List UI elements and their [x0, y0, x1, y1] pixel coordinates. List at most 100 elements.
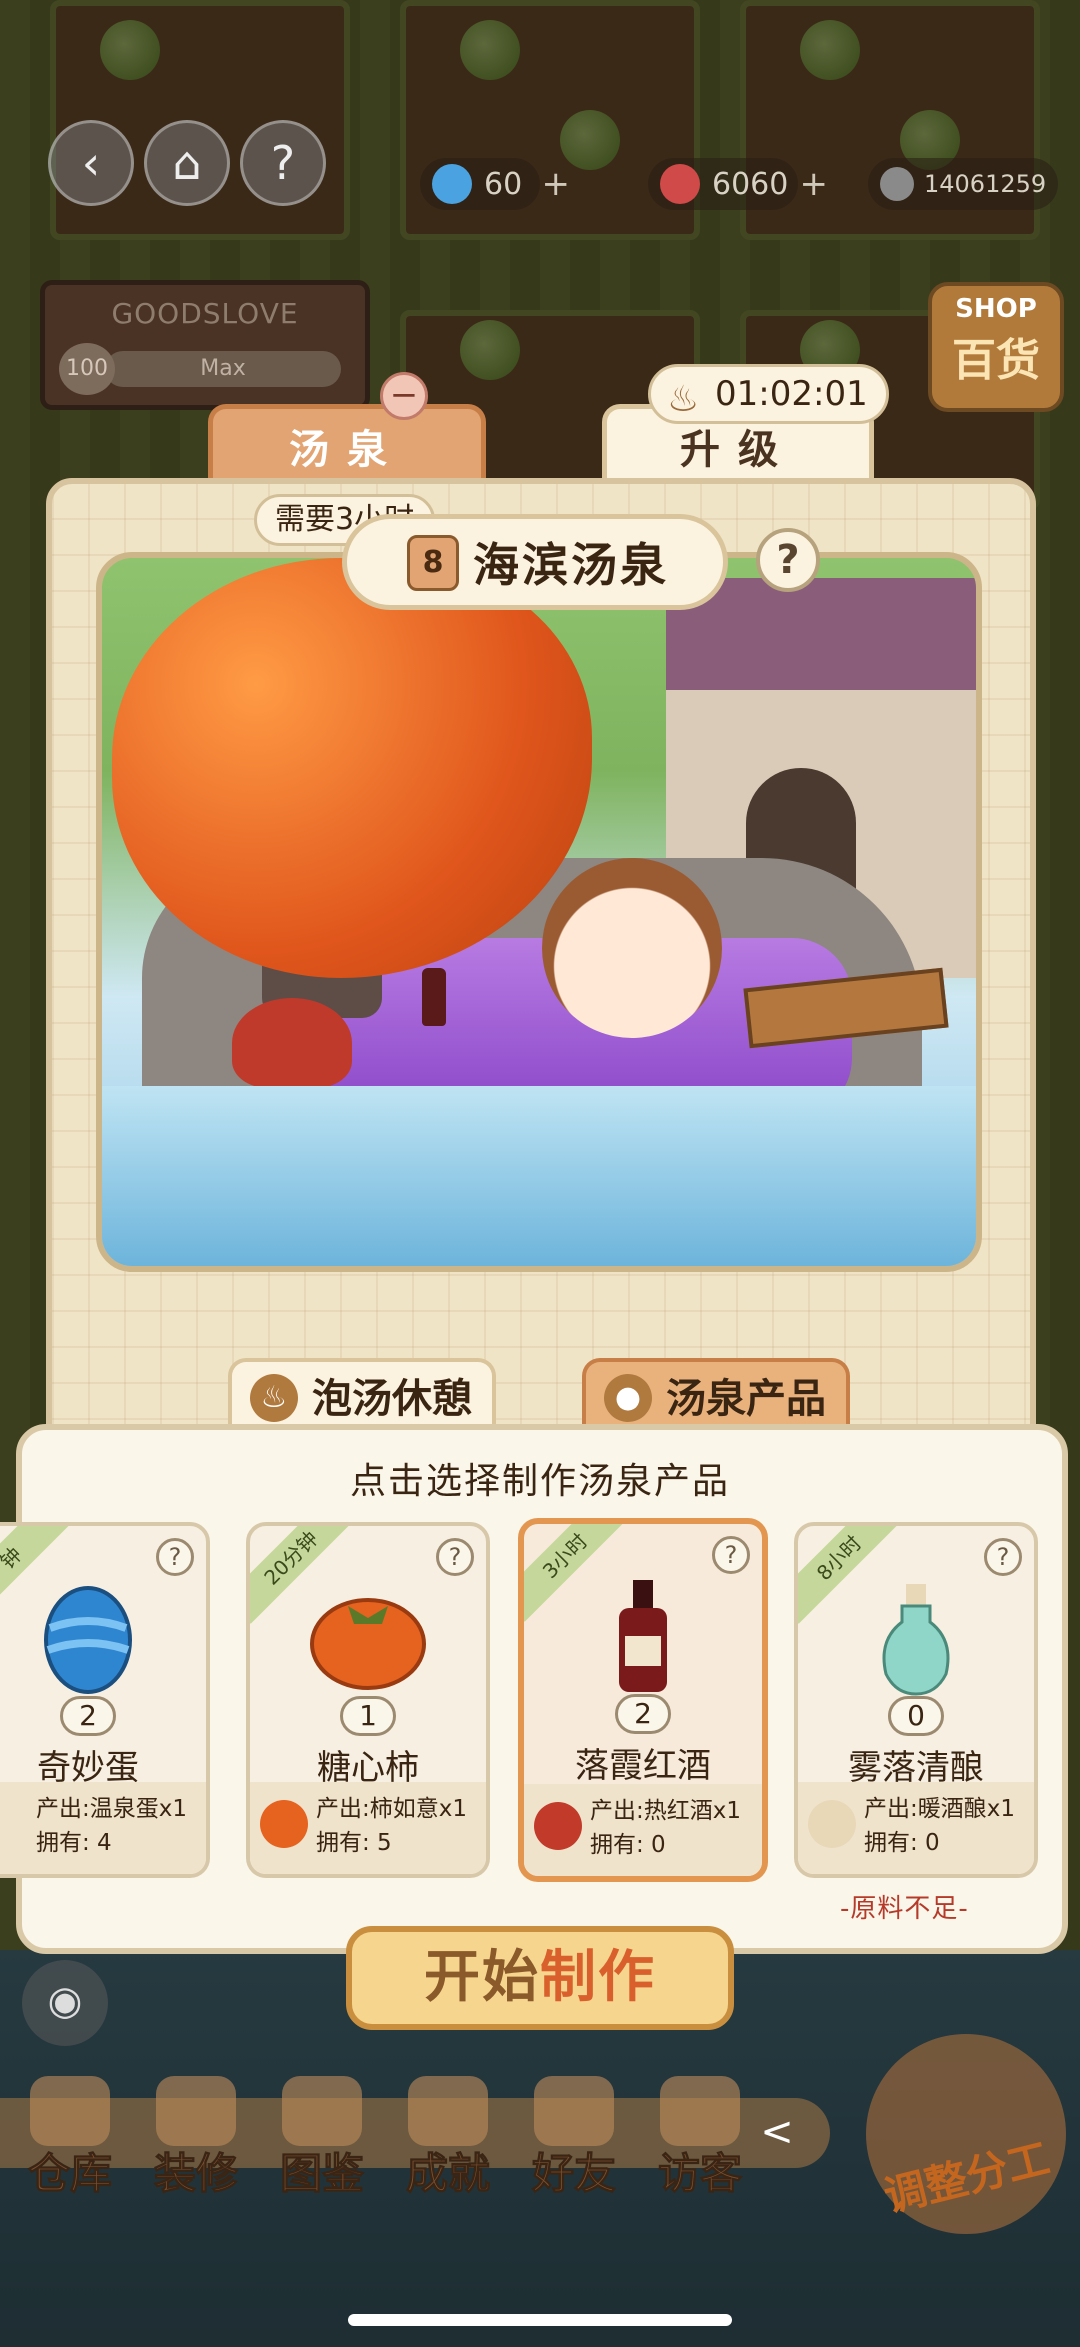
eye-toggle-button[interactable]: ◉ [22, 1960, 108, 2046]
product-card-egg[interactable]: 钟 ? 2 奇妙蛋 产出:温泉蛋x1 拥有: 4 [0, 1522, 210, 1878]
warehouse-icon [30, 2076, 110, 2146]
product-prompt: 点击选择制作汤泉产品 [349, 1461, 730, 1502]
product-owned: 拥有: 0 [864, 1830, 940, 1856]
nav-visitor[interactable]: 访客 [640, 2066, 760, 2206]
collapse-nav-button[interactable]: < [752, 2110, 802, 2160]
tab-hot-spring[interactable]: 汤泉 [208, 404, 486, 486]
home-indicator[interactable] [348, 2314, 732, 2326]
info-help-icon[interactable]: ? [712, 1536, 750, 1574]
catalog-icon [282, 2076, 362, 2146]
product-output: 产出:温泉蛋x1 [36, 1796, 187, 1822]
shop-sign[interactable]: GOODSLOVE Max 100 [40, 280, 370, 410]
shop-button[interactable]: SHOP 百货 [928, 282, 1064, 412]
nav-decorate[interactable]: 装修 [136, 2066, 256, 2206]
nav-catalog[interactable]: 图鉴 [262, 2066, 382, 2206]
decorate-icon [156, 2076, 236, 2146]
spring-title: 海滨汤泉 [473, 538, 669, 592]
product-info: 产出:暖酒酿x1 拥有: 0 [798, 1782, 1034, 1874]
visitor-icon [660, 2076, 740, 2146]
wine-bottle-icon [619, 1580, 667, 1692]
help-label: ? [270, 136, 296, 190]
level-badge: 100 [59, 343, 115, 395]
gem-icon [432, 164, 472, 204]
product-output: 产出:暖酒酿x1 [864, 1796, 1015, 1822]
shop-name: GOODSLOVE [111, 297, 299, 330]
level-bar: Max [105, 351, 341, 387]
help-button[interactable]: ? [240, 120, 326, 206]
info-help-icon[interactable]: ? [984, 1538, 1022, 1576]
steam-icon: ♨ [250, 1374, 298, 1422]
product-info: 产出:温泉蛋x1 拥有: 4 [0, 1782, 206, 1874]
start-label-part1: 开始 [424, 1945, 540, 2010]
nav-achievement[interactable]: 成就 [388, 2066, 508, 2206]
tab-spring-products[interactable]: ● 汤泉产品 [582, 1358, 850, 1432]
nav-label: 好友 [531, 2149, 616, 2199]
quantity-badge: 1 [340, 1696, 396, 1736]
home-button[interactable]: ⌂ [144, 120, 230, 206]
nav-label: 图鉴 [279, 2149, 364, 2199]
shop-label-en: SHOP [955, 294, 1037, 324]
quantity-badge: 0 [888, 1696, 944, 1736]
product-card-persimmon[interactable]: 20分钟 ? 1 糖心柿 产出:柿如意x1 拥有: 5 [246, 1522, 490, 1878]
ruby-icon [660, 164, 700, 204]
product-output: 产出:热红酒x1 [590, 1798, 741, 1824]
start-crafting-button[interactable]: 开始制作 [346, 1926, 734, 2030]
flask-icon [882, 1584, 950, 1696]
trophy-icon [408, 2076, 488, 2146]
gem-value: 60 [484, 166, 523, 202]
add-gem-button[interactable]: + [542, 164, 571, 204]
add-ruby-button[interactable]: + [800, 164, 829, 204]
product-info: 产出:柿如意x1 拥有: 5 [250, 1782, 486, 1874]
gem-counter[interactable]: 60 + [420, 158, 570, 210]
nav-friends[interactable]: 好友 [514, 2066, 634, 2206]
friends-icon [534, 2076, 614, 2146]
product-card-mist-brew[interactable]: 8小时 ? 0 雾落清酿 产出:暖酒酿x1 拥有: 0 [794, 1522, 1038, 1878]
nav-label: 成就 [405, 2149, 490, 2199]
nav-warehouse[interactable]: 仓库 [10, 2066, 130, 2206]
timer-value: 01:02:01 [715, 374, 868, 414]
product-owned: 拥有: 5 [316, 1830, 392, 1856]
eye-icon: ◉ [47, 1978, 83, 2024]
persimmon-ruyi-icon [260, 1800, 308, 1848]
spring-help-button[interactable]: ? [756, 528, 820, 592]
tab-bathing-rest[interactable]: ♨ 泡汤休憩 [228, 1358, 496, 1432]
coin-value: 14061259 [924, 170, 1047, 198]
quantity-badge: 2 [60, 1696, 116, 1736]
tab-bathing-rest-label: 泡汤休憩 [312, 1376, 472, 1422]
info-help-icon[interactable]: ? [156, 1538, 194, 1576]
coin-counter[interactable]: 14061259 [868, 158, 1058, 210]
product-output: 产出:柿如意x1 [316, 1796, 467, 1822]
product-card-red-wine[interactable]: 3小时 ? 2 落霞红酒 产出:热红酒x1 拥有: 0 [518, 1518, 768, 1882]
bean-icon: ● [604, 1374, 652, 1422]
steam-icon: ♨ [667, 379, 700, 420]
ruby-counter[interactable]: 6060 + [648, 158, 828, 210]
egg-icon [44, 1586, 132, 1694]
bathing-character[interactable] [542, 858, 722, 1038]
nav-label: 装修 [153, 2149, 238, 2199]
mulled-wine-icon [534, 1802, 582, 1850]
product-name: 落霞红酒 [575, 1746, 711, 1786]
nav-label: 仓库 [27, 2149, 112, 2199]
adjust-assignment-button[interactable]: 调整分工 [866, 2034, 1066, 2234]
octopus-character [232, 998, 352, 1088]
insufficient-materials-text: -原料不足- [840, 1894, 969, 1924]
back-button[interactable]: ‹ [48, 120, 134, 206]
coin-icon [880, 167, 914, 201]
persimmon-icon [310, 1598, 426, 1690]
timer-chip: ♨ 01:02:01 [648, 364, 889, 424]
remove-item-button[interactable]: − [380, 372, 428, 420]
info-help-icon[interactable]: ? [436, 1538, 474, 1576]
spring-title-plate: 8 海滨汤泉 [342, 514, 728, 610]
hot-spring-scene [96, 552, 982, 1272]
shop-label-cn: 百货 [952, 335, 1040, 386]
start-label-part2: 制作 [540, 1945, 656, 2010]
product-owned: 拥有: 4 [36, 1830, 112, 1856]
quantity-badge: 2 [615, 1694, 671, 1734]
product-owned: 拥有: 0 [590, 1832, 666, 1858]
nav-label: 访客 [657, 2149, 742, 2199]
tab-spring-products-label: 汤泉产品 [666, 1376, 826, 1422]
back-arrow-icon: ‹ [81, 136, 101, 190]
product-info: 产出:热红酒x1 拥有: 0 [524, 1784, 762, 1876]
ruby-value: 6060 [712, 166, 789, 202]
spring-level-badge: 8 [407, 535, 459, 591]
